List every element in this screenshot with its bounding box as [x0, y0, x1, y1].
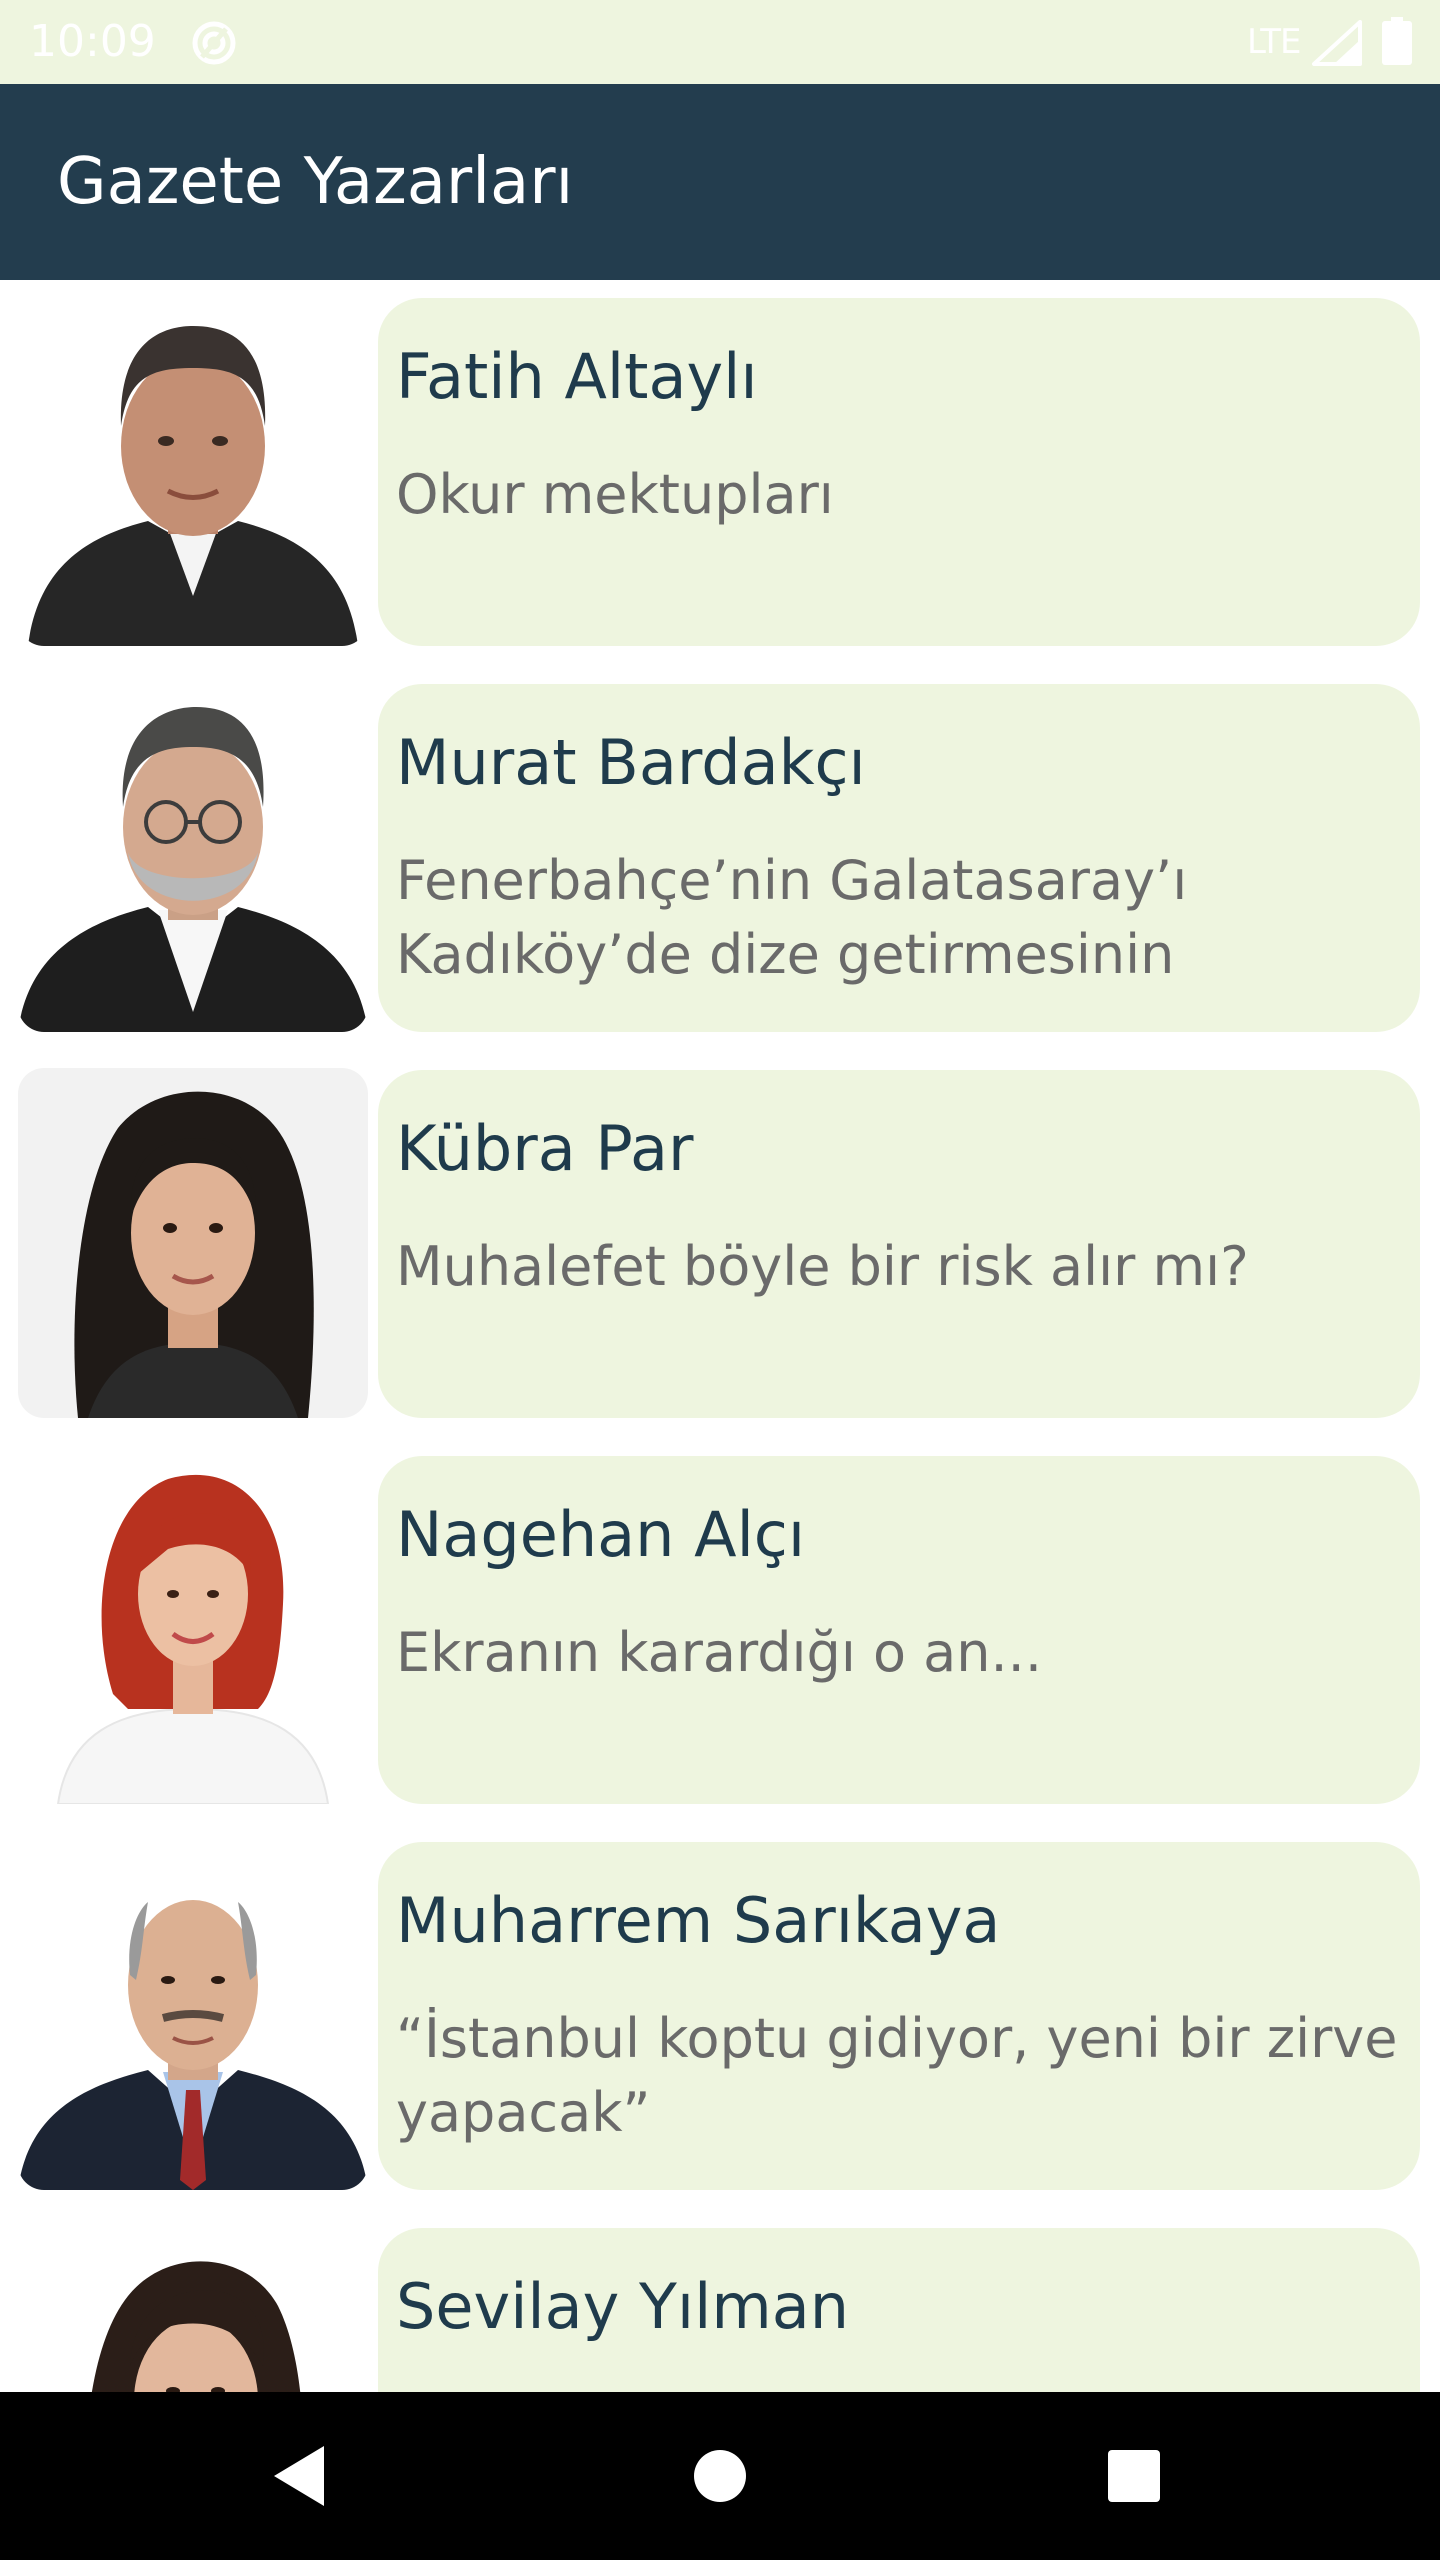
author-avatar: [18, 2226, 368, 2392]
back-icon[interactable]: [254, 2430, 346, 2522]
article-card[interactable]: Fatih Altaylı Okur mektupları: [378, 298, 1420, 646]
article-title: Ekranın karardığı o an...: [396, 1621, 1042, 1684]
article-title: Fenerbahçe’nin Galatasaray’ı Kadıköy’de …: [396, 849, 1188, 986]
article-card[interactable]: Nagehan Alçı Ekranın karardığı o an...: [378, 1456, 1420, 1804]
signal-icon: [1312, 20, 1362, 66]
sync-icon: [188, 17, 240, 69]
article-card[interactable]: Kübra Par Muhalefet böyle bir risk alır …: [378, 1070, 1420, 1418]
author-name: Sevilay Yılman: [396, 2270, 850, 2343]
author-avatar: [18, 1068, 368, 1418]
article-title: Muhalefet böyle bir risk alır mı?: [396, 1235, 1249, 1298]
author-avatar: [18, 1840, 368, 2190]
battery-icon: [1382, 17, 1412, 65]
author-list-item[interactable]: Nagehan Alçı Ekranın karardığı o an...: [0, 1438, 1440, 1804]
article-card[interactable]: Sevilay Yılman: [378, 2228, 1420, 2392]
page-title: Gazete Yazarları: [57, 145, 574, 219]
author-list-item[interactable]: Murat Bardakçı Fenerbahçe’nin Galatasara…: [0, 666, 1440, 1032]
author-list[interactable]: Fatih Altaylı Okur mektupları Murat Bard…: [0, 280, 1440, 2392]
article-title: “İstanbul koptu gidiyor, yeni bir zirve …: [396, 2007, 1398, 2144]
navigation-bar: [0, 2392, 1440, 2560]
author-avatar: [18, 1454, 368, 1804]
status-bar: 10:09 LTE: [0, 0, 1440, 84]
author-name: Muharrem Sarıkaya: [396, 1884, 1001, 1957]
author-avatar: [18, 682, 368, 1032]
app-bar: Gazete Yazarları: [0, 84, 1440, 280]
author-list-item[interactable]: Muharrem Sarıkaya “İstanbul koptu gidiyo…: [0, 1824, 1440, 2190]
author-list-item[interactable]: Sevilay Yılman: [0, 2210, 1440, 2392]
network-type-label: LTE: [1247, 22, 1302, 62]
author-avatar: [18, 296, 368, 646]
article-title: Okur mektupları: [396, 463, 834, 526]
status-time: 10:09: [29, 16, 156, 67]
home-icon[interactable]: [674, 2430, 766, 2522]
author-name: Fatih Altaylı: [396, 340, 758, 413]
article-card[interactable]: Muharrem Sarıkaya “İstanbul koptu gidiyo…: [378, 1842, 1420, 2190]
author-list-item[interactable]: Fatih Altaylı Okur mektupları: [0, 280, 1440, 646]
app-screen: 10:09 LTE Gazete Yazarları Fatih Altaylı…: [0, 0, 1440, 2560]
author-name: Nagehan Alçı: [396, 1498, 806, 1571]
author-list-item[interactable]: Kübra Par Muhalefet böyle bir risk alır …: [0, 1052, 1440, 1418]
recents-icon[interactable]: [1088, 2430, 1180, 2522]
author-name: Murat Bardakçı: [396, 726, 866, 799]
article-card[interactable]: Murat Bardakçı Fenerbahçe’nin Galatasara…: [378, 684, 1420, 1032]
author-name: Kübra Par: [396, 1112, 694, 1185]
